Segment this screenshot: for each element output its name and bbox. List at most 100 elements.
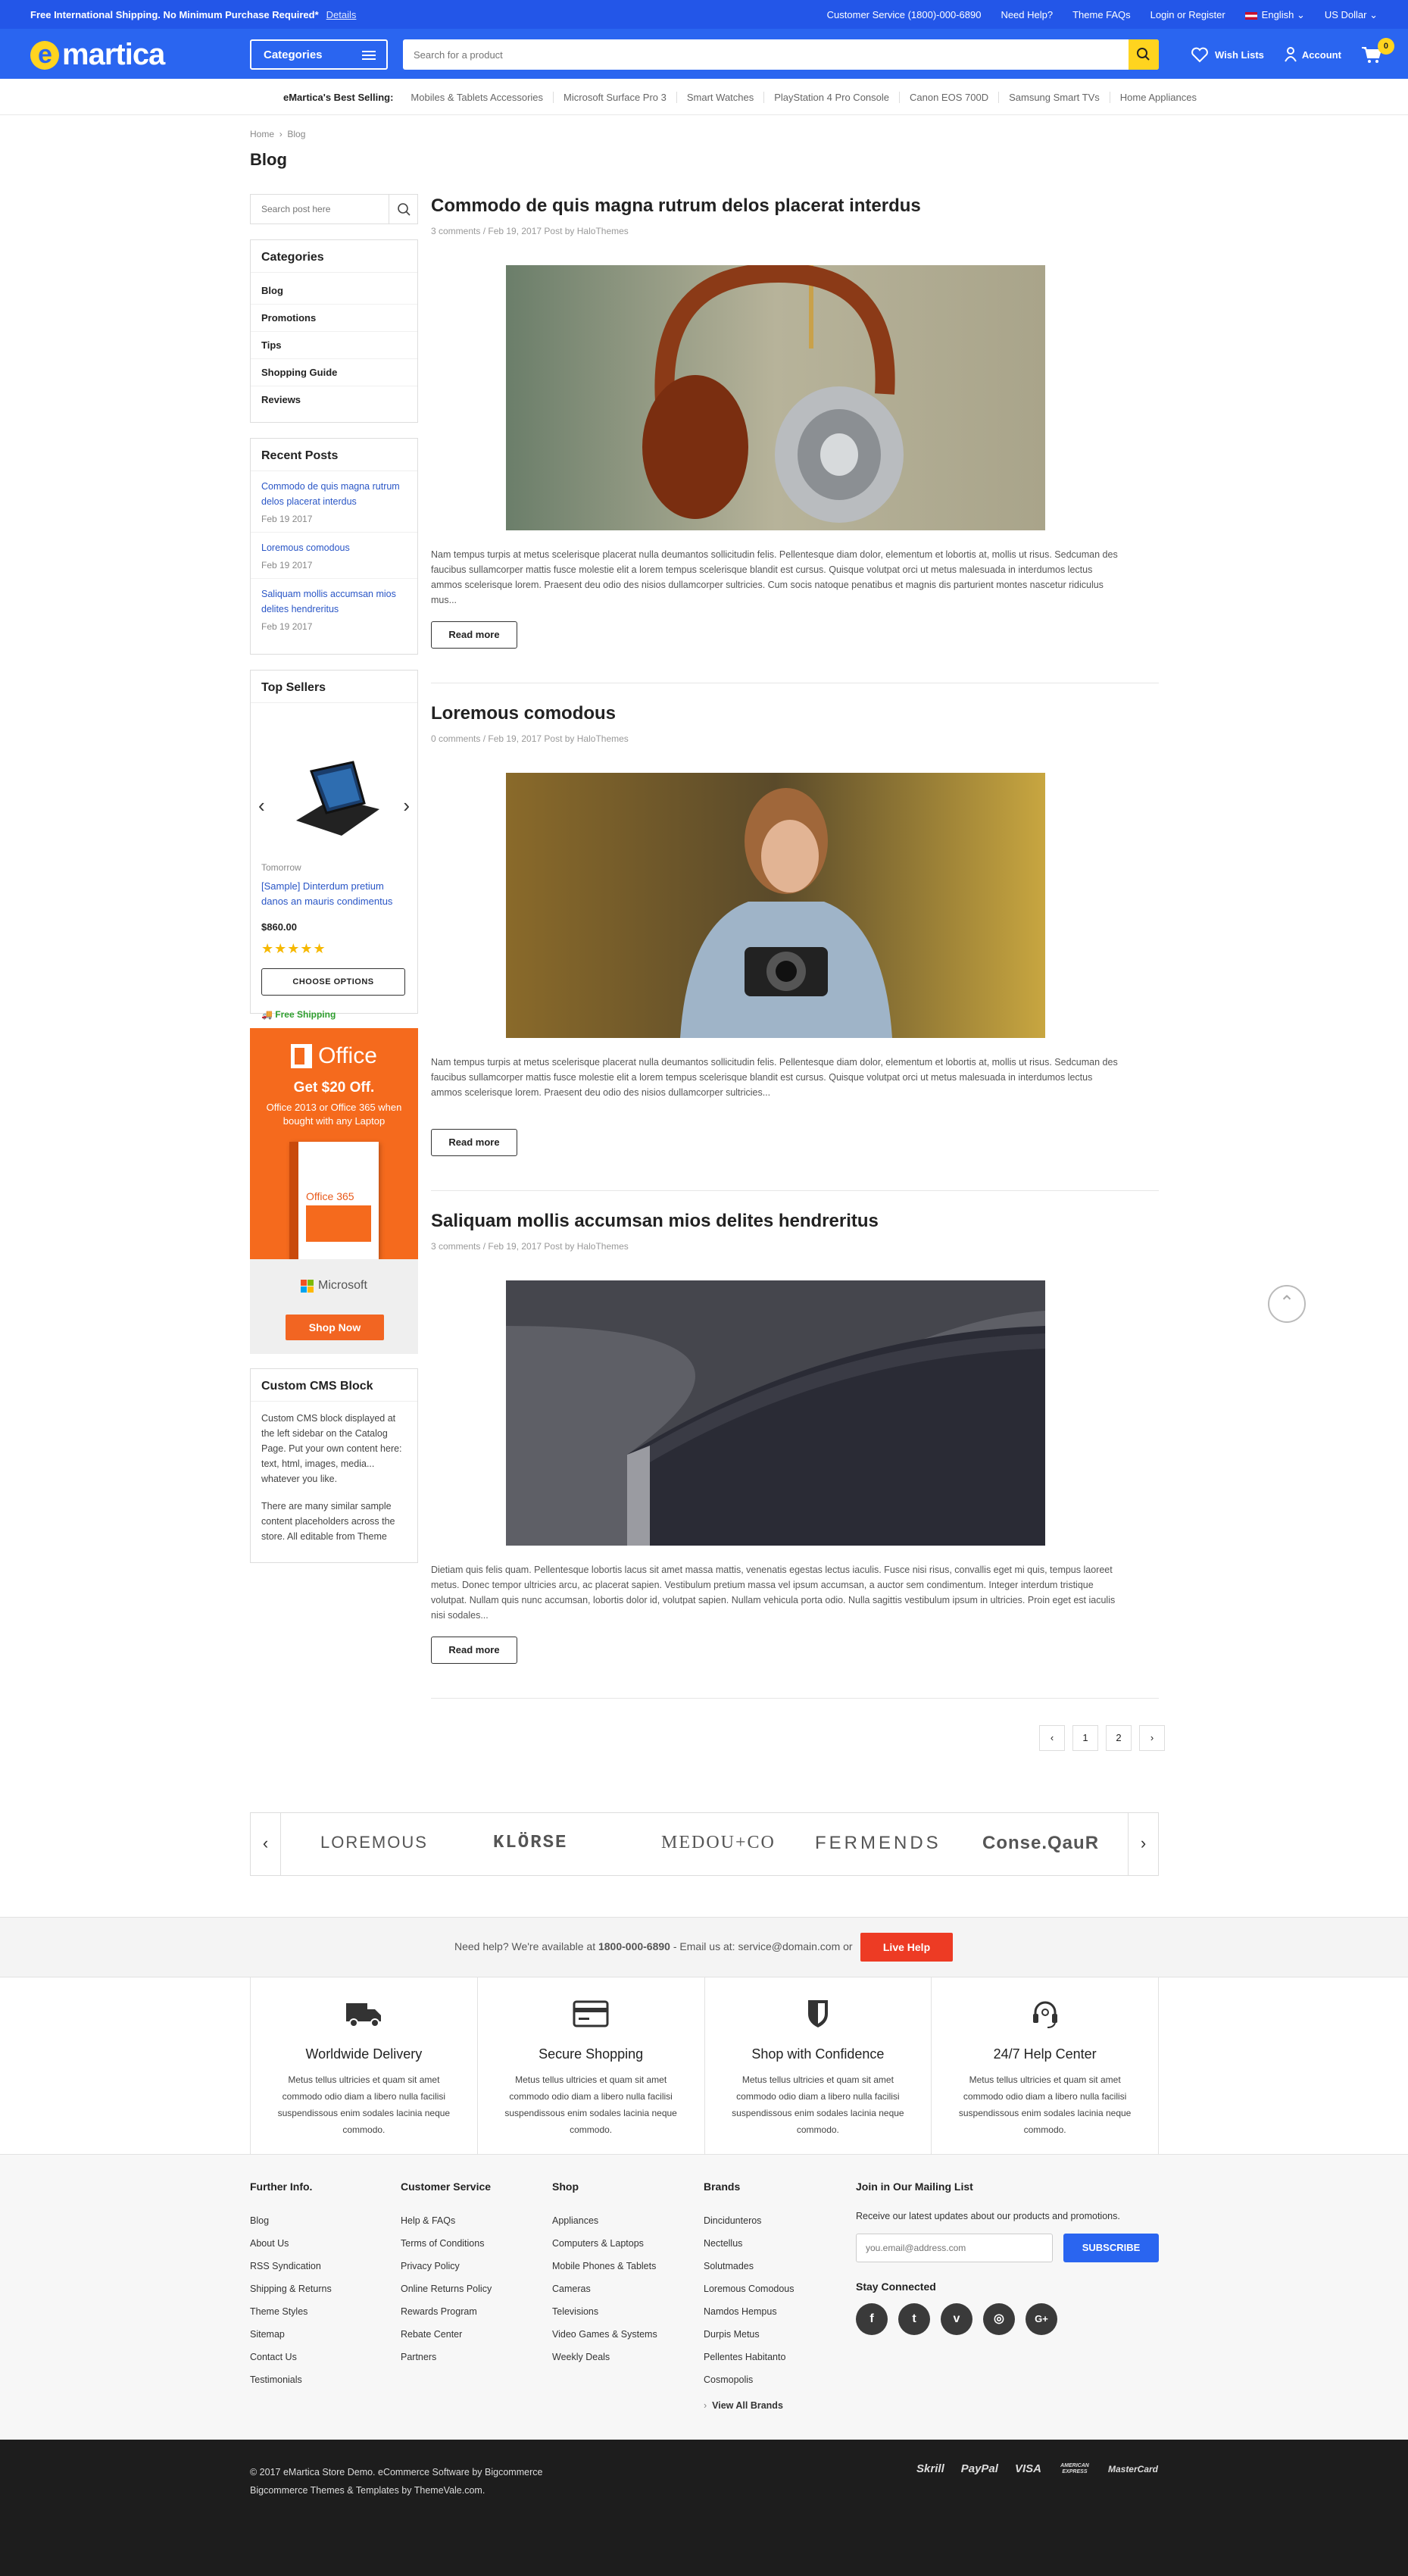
post-title[interactable]: Commodo de quis magna rutrum delos place…	[431, 195, 1159, 217]
prev-page-button[interactable]: ‹	[1039, 1725, 1065, 1751]
site-logo[interactable]: e martica	[30, 38, 165, 72]
breadcrumb-home[interactable]: Home	[250, 129, 274, 139]
office-promo-banner[interactable]: Office Get $20 Off. Office 2013 or Offic…	[250, 1028, 418, 1354]
choose-options-button[interactable]: CHOOSE OPTIONS	[261, 968, 405, 996]
vimeo-icon[interactable]: v	[941, 2303, 972, 2335]
instagram-icon[interactable]: ◎	[983, 2303, 1015, 2335]
post-divider	[431, 1698, 1159, 1699]
brand-logo[interactable]: MEDOU+CO	[661, 1833, 776, 1853]
search-button[interactable]	[1129, 39, 1159, 70]
currency-selector[interactable]: US Dollar ⌄	[1325, 9, 1378, 21]
google-plus-icon[interactable]: G+	[1026, 2303, 1057, 2335]
brand-next-button[interactable]: ›	[1128, 1813, 1158, 1875]
best-selling-link[interactable]: Mobiles & Tablets Accessories	[401, 92, 554, 103]
details-link[interactable]: Details	[326, 9, 357, 20]
facebook-icon[interactable]: f	[856, 2303, 888, 2335]
newsletter-email-input[interactable]	[856, 2234, 1053, 2262]
read-more-button[interactable]: Read more	[431, 1637, 517, 1664]
brand-prev-button[interactable]: ‹	[251, 1813, 281, 1875]
brand-logo[interactable]: FERMENDS	[815, 1833, 941, 1854]
blog-search-button[interactable]	[389, 195, 417, 224]
best-selling-link[interactable]: Samsung Smart TVs	[999, 92, 1110, 103]
carousel-next-icon[interactable]: ›	[403, 794, 410, 818]
best-selling-link[interactable]: Canon EOS 700D	[900, 92, 1000, 103]
footer-link[interactable]: Contact Us	[250, 2352, 297, 2362]
best-selling-link[interactable]: Smart Watches	[677, 92, 765, 103]
language-selector[interactable]: English ⌄	[1244, 9, 1305, 21]
categories-button[interactable]: Categories	[250, 39, 388, 70]
category-link[interactable]: Shopping Guide	[261, 367, 337, 378]
footer-link[interactable]: RSS Syndication	[250, 2261, 321, 2271]
footer-link[interactable]: Testimonials	[250, 2374, 302, 2385]
brand-logo[interactable]: Conse.QauR	[982, 1833, 1099, 1854]
post-image-monitor[interactable]	[506, 1280, 1045, 1546]
best-selling-link[interactable]: Microsoft Surface Pro 3	[554, 92, 677, 103]
search-input[interactable]	[403, 39, 1115, 70]
footer-link[interactable]: Help & FAQs	[401, 2215, 455, 2226]
footer-link[interactable]: Solutmades	[704, 2261, 754, 2271]
post-title[interactable]: Saliquam mollis accumsan mios delites he…	[431, 1211, 1159, 1232]
read-more-button[interactable]: Read more	[431, 1129, 517, 1156]
read-more-button[interactable]: Read more	[431, 621, 517, 649]
live-help-button[interactable]: Live Help	[860, 1933, 953, 1962]
footer-link[interactable]: Partners	[401, 2352, 436, 2362]
shop-now-button[interactable]: Shop Now	[286, 1315, 384, 1340]
best-selling-link[interactable]: Home Appliances	[1110, 92, 1207, 103]
post-title[interactable]: Loremous comodous	[431, 703, 1159, 724]
footer-link[interactable]: Terms of Conditions	[401, 2238, 484, 2249]
footer-link[interactable]: Computers & Laptops	[552, 2238, 644, 2249]
back-to-top-button[interactable]: ⌃	[1268, 1285, 1306, 1323]
footer-link[interactable]: Appliances	[552, 2215, 598, 2226]
category-link[interactable]: Tips	[261, 339, 282, 351]
login-register-link[interactable]: Login or Register	[1150, 9, 1225, 21]
product-name-link[interactable]: [Sample] Dinterdum pretium danos an maur…	[261, 879, 409, 909]
recent-post-link[interactable]: Loremous comodous	[261, 540, 407, 555]
footer-link[interactable]: Nectellus	[704, 2238, 742, 2249]
footer-link[interactable]: Cosmopolis	[704, 2374, 753, 2385]
footer-link[interactable]: Durpis Metus	[704, 2329, 760, 2340]
footer-link[interactable]: Dincidunteros	[704, 2215, 761, 2226]
category-link[interactable]: Promotions	[261, 312, 316, 324]
product-image[interactable]	[281, 756, 387, 847]
footer-link[interactable]: Theme Styles	[250, 2306, 308, 2317]
subscribe-button[interactable]: SUBSCRIBE	[1063, 2234, 1159, 2262]
page-1-button[interactable]: 1	[1072, 1725, 1098, 1751]
footer-link[interactable]: Video Games & Systems	[552, 2329, 657, 2340]
footer-link[interactable]: Weekly Deals	[552, 2352, 610, 2362]
footer-link[interactable]: Blog	[250, 2215, 269, 2226]
cart-button[interactable]: 0	[1361, 38, 1394, 64]
footer-link[interactable]: Shipping & Returns	[250, 2284, 332, 2294]
footer-link[interactable]: Privacy Policy	[401, 2261, 460, 2271]
footer-link[interactable]: Namdos Hempus	[704, 2306, 777, 2317]
footer-link[interactable]: Loremous Comodous	[704, 2284, 795, 2294]
need-help-link[interactable]: Need Help?	[1001, 9, 1053, 21]
footer-link[interactable]: Online Returns Policy	[401, 2284, 492, 2294]
wishlist-link[interactable]: Wish Lists	[1191, 46, 1264, 63]
post-image-photographer[interactable]	[506, 773, 1045, 1038]
footer-link[interactable]: Mobile Phones & Tablets	[552, 2261, 656, 2271]
view-all-brands-link[interactable]: › View All Brands	[704, 2400, 783, 2411]
best-selling-link[interactable]: PlayStation 4 Pro Console	[764, 92, 901, 103]
footer-link[interactable]: About Us	[250, 2238, 289, 2249]
footer-link[interactable]: Televisions	[552, 2306, 598, 2317]
recent-post-link[interactable]: Saliquam mollis accumsan mios delites he…	[261, 586, 407, 617]
category-link[interactable]: Blog	[261, 285, 283, 296]
account-link[interactable]: Account	[1284, 46, 1341, 63]
page-2-button[interactable]: 2	[1106, 1725, 1132, 1751]
category-link[interactable]: Reviews	[261, 394, 301, 405]
brand-logo[interactable]: LOREMOUS	[320, 1833, 428, 1852]
customer-service-link[interactable]: Customer Service (1800)-000-6890	[827, 9, 982, 21]
recent-post-link[interactable]: Commodo de quis magna rutrum delos place…	[261, 479, 407, 509]
post-image-headphones[interactable]	[506, 265, 1045, 530]
footer-link[interactable]: Rebate Center	[401, 2329, 462, 2340]
twitter-icon[interactable]: t	[898, 2303, 930, 2335]
footer-link[interactable]: Pellentes Habitanto	[704, 2352, 785, 2362]
theme-faqs-link[interactable]: Theme FAQs	[1072, 9, 1131, 21]
next-page-button[interactable]: ›	[1139, 1725, 1165, 1751]
brand-logo[interactable]: KLÖRSE	[493, 1833, 567, 1853]
footer-link[interactable]: Sitemap	[250, 2329, 285, 2340]
footer-link[interactable]: Rewards Program	[401, 2306, 477, 2317]
blog-search-input[interactable]	[251, 195, 387, 224]
carousel-prev-icon[interactable]: ‹	[258, 794, 265, 818]
footer-link[interactable]: Cameras	[552, 2284, 591, 2294]
